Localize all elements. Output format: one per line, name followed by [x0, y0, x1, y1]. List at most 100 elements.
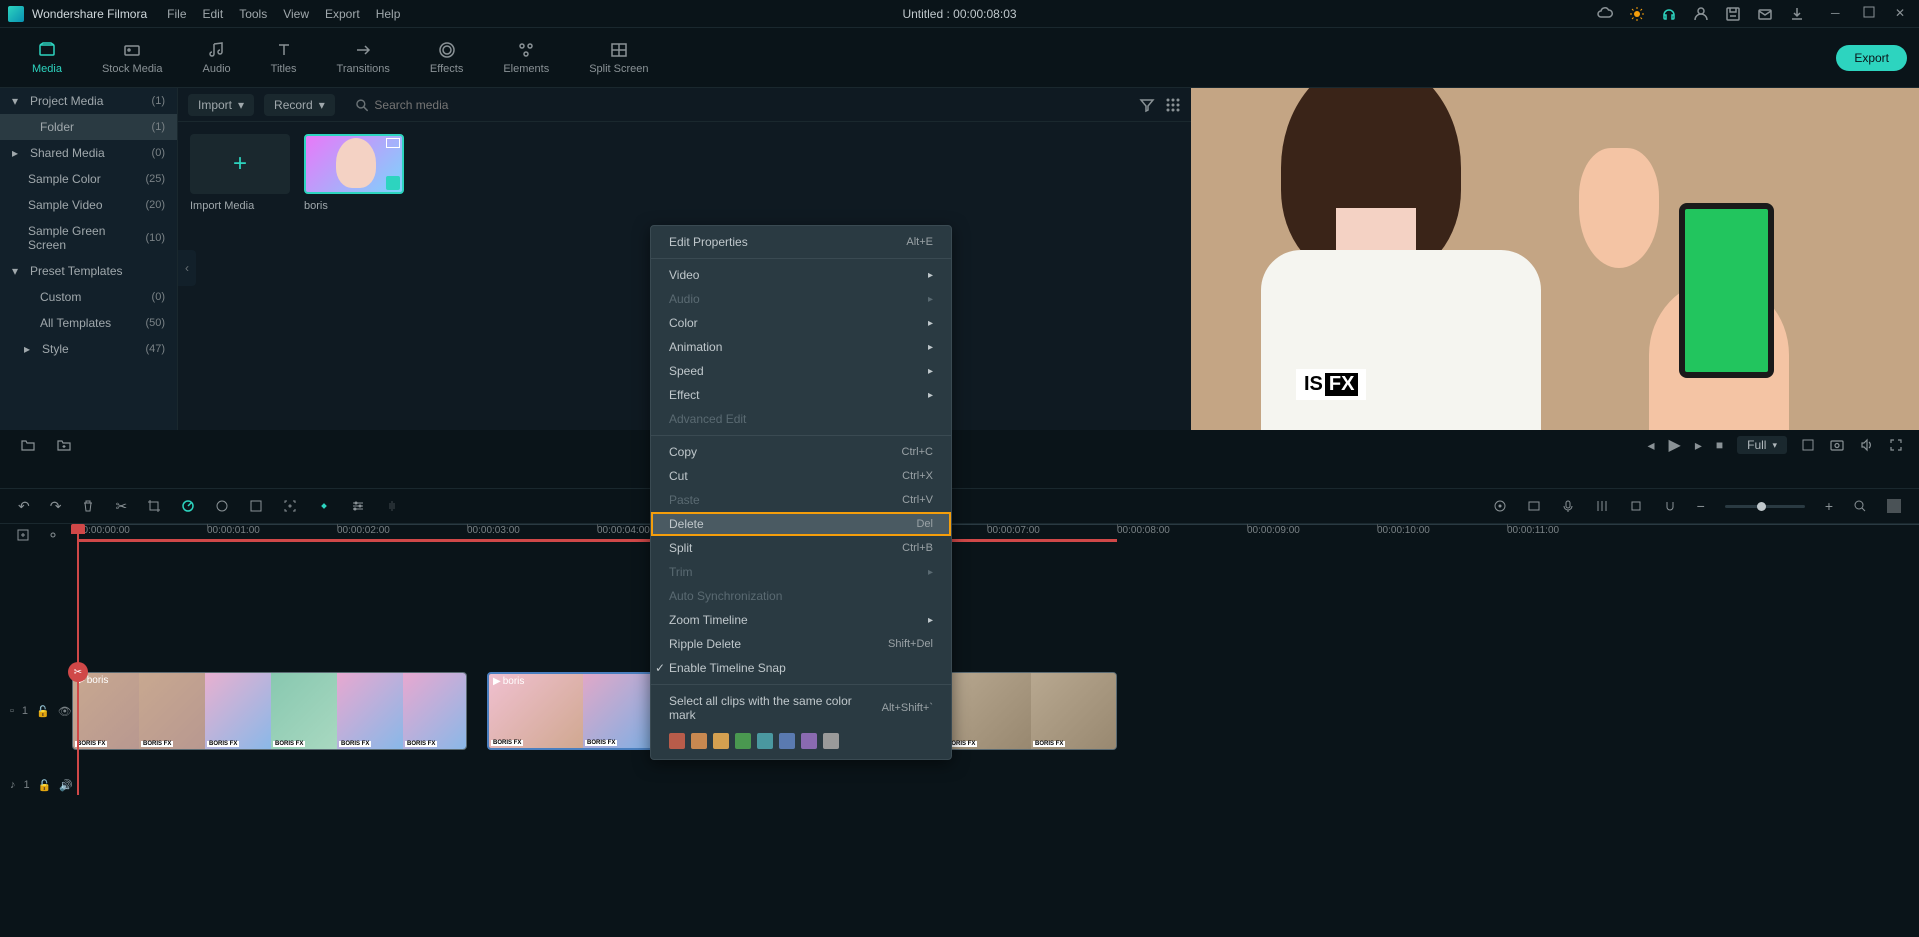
play-icon[interactable]: ▶: [1669, 435, 1681, 455]
snap-icon[interactable]: [1663, 499, 1677, 513]
menu-file[interactable]: File: [167, 7, 186, 21]
speed-icon[interactable]: [181, 499, 195, 513]
mute-icon[interactable]: 🔊: [59, 779, 73, 792]
green-screen-icon[interactable]: [249, 499, 263, 513]
crop-icon[interactable]: [147, 499, 161, 513]
mail-icon[interactable]: [1757, 6, 1773, 22]
sidebar-item-sample-green-screen[interactable]: Sample Green Screen(10): [0, 218, 177, 258]
ctx-copy[interactable]: CopyCtrl+C: [651, 440, 951, 464]
ctx-split[interactable]: SplitCtrl+B: [651, 536, 951, 560]
preview-video[interactable]: ISFX: [1191, 88, 1919, 430]
tab-elements[interactable]: Elements: [483, 37, 569, 79]
stop-icon[interactable]: ■: [1716, 438, 1723, 452]
import-dropdown[interactable]: Import▾: [188, 94, 254, 116]
zoom-slider[interactable]: [1725, 505, 1805, 508]
tab-effects[interactable]: Effects: [410, 37, 483, 79]
swatch-red[interactable]: [669, 733, 685, 749]
new-folder-icon[interactable]: [20, 437, 36, 453]
download-icon[interactable]: [1789, 6, 1805, 22]
zoom-out-icon[interactable]: −: [1697, 498, 1705, 514]
marker-tool-icon[interactable]: [1493, 499, 1507, 513]
swatch-green[interactable]: [735, 733, 751, 749]
tab-transitions[interactable]: Transitions: [317, 37, 410, 79]
lock-icon[interactable]: 🔓: [38, 779, 52, 792]
ctx-timeline-snap[interactable]: ✓Enable Timeline Snap: [651, 656, 951, 680]
user-icon[interactable]: [1693, 6, 1709, 22]
zoom-in-icon[interactable]: +: [1825, 498, 1833, 514]
quality-dropdown[interactable]: Full▾: [1737, 436, 1787, 454]
cloud-icon[interactable]: [1597, 6, 1613, 22]
lock-icon[interactable]: 🔓: [36, 705, 50, 718]
scissors-marker[interactable]: ✂: [68, 662, 88, 682]
keyframe-icon[interactable]: [317, 499, 331, 513]
save-icon[interactable]: [1725, 6, 1741, 22]
search-input[interactable]: [374, 98, 1119, 112]
filter-icon[interactable]: [1139, 97, 1155, 113]
ctx-delete[interactable]: DeleteDel: [651, 512, 951, 536]
link-icon[interactable]: [46, 528, 60, 542]
next-frame-icon[interactable]: ▸: [1695, 437, 1702, 454]
maximize-icon[interactable]: [1863, 6, 1879, 22]
tab-media[interactable]: Media: [12, 37, 82, 79]
swatch-blue[interactable]: [779, 733, 795, 749]
ctx-video[interactable]: Video▸: [651, 263, 951, 287]
visibility-icon[interactable]: 👁: [58, 705, 72, 718]
swatch-yellow[interactable]: [713, 733, 729, 749]
swatch-orange[interactable]: [691, 733, 707, 749]
search-box[interactable]: [345, 94, 1129, 116]
volume-icon[interactable]: [1859, 437, 1875, 453]
ctx-color[interactable]: Color▸: [651, 311, 951, 335]
ctx-ripple-delete[interactable]: Ripple DeleteShift+Del: [651, 632, 951, 656]
tab-stock-media[interactable]: Stock Media: [82, 37, 183, 79]
menu-edit[interactable]: Edit: [203, 7, 224, 21]
adjust-icon[interactable]: [351, 499, 365, 513]
ctx-edit-properties[interactable]: Edit PropertiesAlt+E: [651, 230, 951, 254]
delete-icon[interactable]: [81, 499, 95, 513]
menu-tools[interactable]: Tools: [239, 7, 267, 21]
ctx-effect[interactable]: Effect▸: [651, 383, 951, 407]
sidebar-item-all-templates[interactable]: All Templates(50): [0, 310, 177, 336]
voice-icon[interactable]: [1561, 499, 1575, 513]
fullscreen-icon[interactable]: [1889, 438, 1903, 452]
sidebar-item-sample-video[interactable]: Sample Video(20): [0, 192, 177, 218]
swatch-purple[interactable]: [801, 733, 817, 749]
tab-audio[interactable]: Audio: [183, 37, 251, 79]
ctx-animation[interactable]: Animation▸: [651, 335, 951, 359]
close-icon[interactable]: ✕: [1895, 6, 1911, 22]
clip-4[interactable]: BORIS FX BORIS FX: [942, 672, 1117, 750]
media-item-boris[interactable]: boris: [304, 134, 404, 212]
render-icon[interactable]: [1629, 499, 1643, 513]
sidebar-item-shared-media[interactable]: ▸Shared Media(0): [0, 140, 177, 166]
redo-icon[interactable]: ↷: [50, 498, 62, 515]
split-icon[interactable]: ✂: [115, 498, 127, 515]
sidebar-item-sample-color[interactable]: Sample Color(25): [0, 166, 177, 192]
import-media-button[interactable]: + Import Media: [190, 134, 290, 212]
sun-icon[interactable]: [1629, 6, 1645, 22]
minimize-icon[interactable]: ─: [1831, 6, 1847, 22]
prev-frame-icon[interactable]: ◂: [1648, 437, 1655, 454]
sidebar-item-style[interactable]: ▸Style(47): [0, 336, 177, 362]
record-dropdown[interactable]: Record▾: [264, 94, 335, 116]
ctx-zoom-timeline[interactable]: Zoom Timeline▸: [651, 608, 951, 632]
ctx-select-color-mark[interactable]: Select all clips with the same color mar…: [651, 689, 951, 727]
track-add-icon[interactable]: [16, 528, 30, 542]
timeline-settings-icon[interactable]: [1887, 499, 1901, 513]
color-icon[interactable]: [215, 499, 229, 513]
snapshot-icon[interactable]: [1829, 437, 1845, 453]
track-manager-icon[interactable]: [1527, 499, 1541, 513]
mixer-icon[interactable]: [1595, 499, 1609, 513]
swatch-gray[interactable]: [823, 733, 839, 749]
sidebar-item-folder[interactable]: Folder(1): [0, 114, 177, 140]
sidebar-item-project-media[interactable]: ▾Project Media(1): [0, 88, 177, 114]
sidebar-item-preset-templates[interactable]: ▾Preset Templates: [0, 258, 177, 284]
ctx-cut[interactable]: CutCtrl+X: [651, 464, 951, 488]
sidebar-item-custom[interactable]: Custom(0): [0, 284, 177, 310]
menu-export[interactable]: Export: [325, 7, 360, 21]
sidebar-collapse[interactable]: ‹: [178, 250, 196, 286]
menu-help[interactable]: Help: [376, 7, 401, 21]
timeline-ruler[interactable]: 00:00:00:00 00:00:01:00 00:00:02:00 00:0…: [0, 524, 1919, 552]
undo-icon[interactable]: ↶: [18, 498, 30, 515]
export-button[interactable]: Export: [1836, 45, 1907, 71]
focus-icon[interactable]: [283, 499, 297, 513]
new-bin-icon[interactable]: [56, 437, 72, 453]
